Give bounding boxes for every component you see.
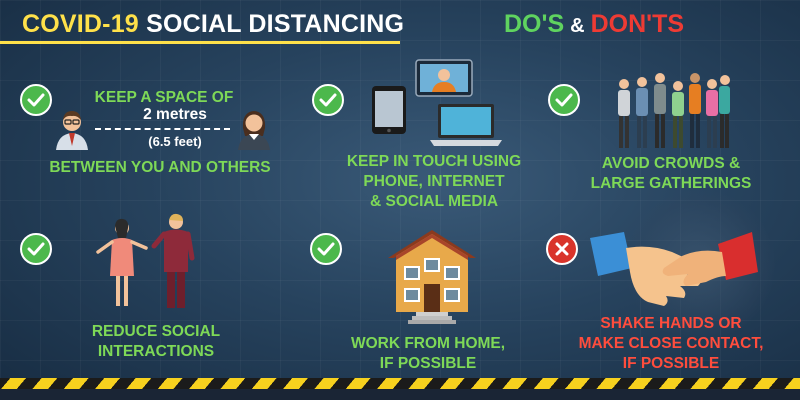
reduce-label: REDUCE SOCIAL INTERACTIONS [86, 322, 226, 362]
ampersand: & [570, 15, 585, 37]
shake-label: SHAKE HANDS OR MAKE CLOSE CONTACT, IF PO… [574, 314, 768, 374]
crowd-icon [618, 73, 730, 148]
touch-label-line1: KEEP IN TOUCH USING [346, 153, 522, 170]
hazard-stripe [0, 378, 800, 389]
check-icon [20, 233, 52, 265]
cross-icon [546, 233, 578, 265]
home-label: WORK FROM HOME, IF POSSIBLE [344, 334, 512, 374]
title-highlight: COVID-19 [22, 10, 139, 38]
reduce-label-line2: INTERACTIONS [97, 343, 215, 361]
touch-label-line2: PHONE, INTERNET [363, 173, 505, 191]
title-underline [0, 41, 400, 44]
dos-label: DO'S [504, 10, 565, 38]
bottom-band [0, 389, 800, 400]
check-icon [312, 84, 344, 116]
check-icon [310, 233, 342, 265]
home-label-line2: IF POSSIBLE [379, 355, 477, 373]
distance-line [95, 128, 230, 130]
shake-label-line3: IF POSSIBLE [622, 355, 720, 373]
check-icon [20, 84, 52, 116]
crowds-label-line1: AVOID CROWDS & [601, 155, 741, 172]
shake-label-line2: MAKE CLOSE CONTACT, [578, 335, 764, 353]
distance-alt-value: (6.5 feet) [148, 134, 202, 149]
couple-icon [96, 213, 195, 308]
dos-donts-heading: DO'S & DON'TS [504, 10, 684, 39]
page-title: COVID-19 SOCIAL DISTANCING [22, 10, 404, 39]
distance-value: 2 metres [143, 106, 207, 123]
reduce-label-line1: REDUCE SOCIAL [91, 323, 221, 340]
handshake-icon [590, 232, 758, 306]
home-label-line1: WORK FROM HOME, [350, 335, 506, 352]
title-rest: SOCIAL DISTANCING [146, 10, 405, 38]
crowds-label: AVOID CROWDS & LARGE GATHERINGS [586, 154, 756, 194]
check-icon [548, 84, 580, 116]
space-label-line2: BETWEEN YOU AND OTHERS [49, 159, 271, 176]
phone-icon [372, 86, 406, 134]
touch-label-line3: & SOCIAL MEDIA [369, 193, 499, 211]
donts-label: DON'TS [590, 10, 685, 38]
house-icon [388, 230, 476, 324]
person-icon [56, 111, 88, 150]
person-icon [238, 111, 270, 150]
shake-label-line1: SHAKE HANDS OR [600, 315, 742, 332]
touch-label: KEEP IN TOUCH USING PHONE, INTERNET & SO… [344, 152, 524, 212]
laptop-icon [430, 104, 502, 146]
crowds-label-line2: LARGE GATHERINGS [590, 175, 752, 193]
video-call-icon [415, 59, 473, 97]
